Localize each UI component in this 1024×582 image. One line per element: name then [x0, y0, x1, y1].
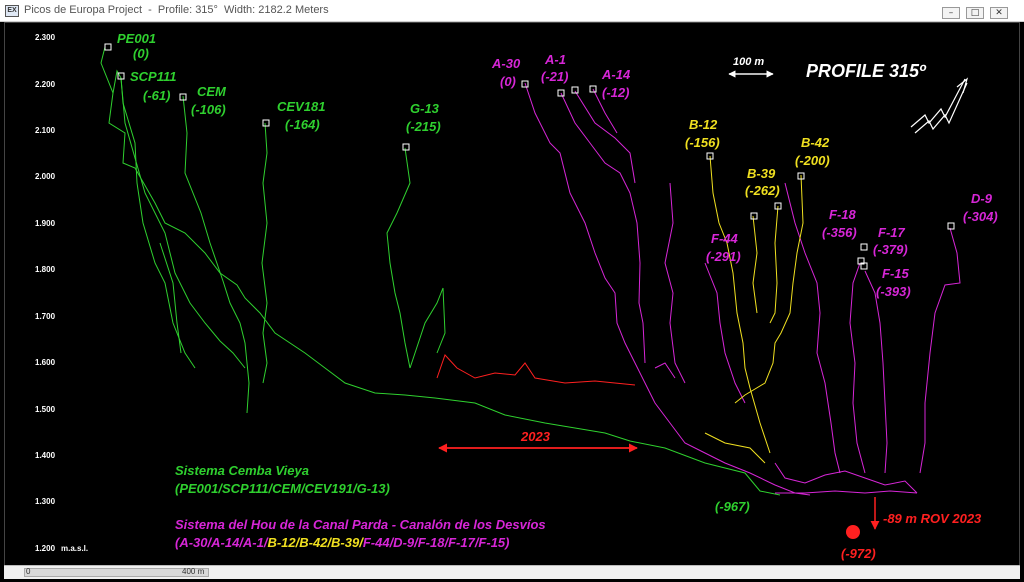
horizontal-scale-bar[interactable]: 0 400 m: [4, 565, 1020, 579]
label-cev181-name: CEV181: [277, 99, 325, 114]
tick-1700: 1.700: [35, 312, 56, 321]
legend-system1-members: (PE001/SCP111/CEM/CEV191/G-13): [175, 481, 390, 496]
entrance-marker-g13[interactable]: [402, 143, 410, 151]
legend-members-c: F-44/D-9/F-18/F-17/F-15): [363, 535, 510, 550]
tick-1600: 1.600: [35, 358, 56, 367]
app-icon: EX: [5, 5, 19, 17]
legend-members-a: (A-30/A-14/A-1/: [175, 535, 269, 550]
entrance-marker-f44[interactable]: [750, 212, 758, 220]
label-d9-name: D-9: [971, 191, 993, 206]
tick-1800: 1.800: [35, 265, 56, 274]
label-a1-depth: (-21): [541, 69, 568, 84]
label-pe001-depth: (0): [133, 46, 149, 61]
deepest-depth-label: (-972): [841, 546, 876, 561]
tick-2300: 2.300: [35, 33, 56, 42]
label-b42-depth: (-200): [795, 153, 830, 168]
label-a14-name: A-14: [601, 67, 631, 82]
profile-plot[interactable]: 2.300 2.200 2.100 2.000 1.900 1.800 1.70…: [4, 22, 1020, 573]
label-scp111-depth: (-61): [143, 88, 170, 103]
entrance-marker-d9[interactable]: [947, 222, 955, 230]
profile-canvas: 2.300 2.200 2.100 2.000 1.900 1.800 1.70…: [35, 31, 998, 561]
maximize-icon[interactable]: □: [966, 7, 984, 19]
deepest-point-icon: [846, 525, 860, 539]
label-b42-name: B-42: [801, 135, 830, 150]
title-bar: EX Picos de Europa Project - Profile: 31…: [0, 0, 1024, 22]
end-depth-green: (-967): [715, 499, 750, 514]
label-f17-depth: (-379): [873, 242, 908, 257]
label-f44-name: F-44: [711, 231, 739, 246]
minimize-icon[interactable]: –: [942, 7, 960, 19]
label-scp111-name: SCP111: [130, 69, 177, 84]
legend-members-b: B-12/B-42/B-39/: [267, 535, 364, 550]
label-g13-depth: (-215): [406, 119, 441, 134]
label-f18-name: F-18: [829, 207, 857, 222]
label-f17-name: F-17: [878, 225, 906, 240]
label-a30-name: A-30: [491, 56, 521, 71]
label-b39-name: B-39: [747, 166, 776, 181]
legend-system2-members: (A-30/A-14/A-1/B-12/B-42/B-39/F-44/D-9/F…: [175, 535, 510, 550]
entrance-marker-f17[interactable]: [860, 243, 868, 251]
legend-system1-name: Sistema Cemba Vieya: [175, 463, 309, 478]
tick-1500: 1.500: [35, 405, 56, 414]
tick-1300: 1.300: [35, 497, 56, 506]
scale-bar: 100 m: [728, 56, 774, 78]
label-f18-depth: (-356): [822, 225, 857, 240]
label-cev181-depth: (-164): [285, 117, 320, 132]
label-b39-depth: (-262): [745, 183, 780, 198]
label-pe001-name: PE001: [117, 31, 156, 46]
rov-dive-marker: -89 m ROV 2023 (-972): [841, 497, 982, 561]
tick-2000: 2.000: [35, 172, 56, 181]
label-a1-name: A-1: [544, 52, 566, 67]
scale-end-label: 400 m: [182, 567, 205, 576]
window-title: Picos de Europa Project - Profile: 315° …: [24, 4, 329, 16]
label-d9-depth: (-304): [963, 209, 998, 224]
close-icon[interactable]: ✕: [990, 7, 1008, 19]
rov-label: -89 m ROV 2023: [883, 511, 982, 526]
axis-unit: m.a.s.l.: [61, 544, 88, 553]
label-cem-name: CEM: [197, 84, 227, 99]
legend: Sistema Cemba Vieya (PE001/SCP111/CEM/CE…: [175, 463, 546, 550]
label-a14-depth: (-12): [602, 85, 629, 100]
year-2023-marker: 2023: [438, 429, 638, 453]
legend-system2-name: Sistema del Hou de la Canal Parda - Cana…: [175, 517, 546, 532]
red-2023-survey: [436, 354, 636, 386]
tick-2100: 2.100: [35, 126, 56, 135]
tick-1200: 1.200: [35, 544, 56, 553]
label-b12-name: B-12: [689, 117, 718, 132]
scale-start-label: 0: [26, 567, 31, 576]
entrance-marker-cev181[interactable]: [262, 119, 270, 127]
label-g13-name: G-13: [410, 101, 440, 116]
scale-label: 100 m: [733, 56, 764, 68]
elevation-axis: 2.300 2.200 2.100 2.000 1.900 1.800 1.70…: [35, 33, 88, 553]
profile-heading: PROFILE 315º: [806, 61, 927, 81]
year-2023-label: 2023: [520, 429, 551, 444]
label-a30-depth: (0): [500, 74, 516, 89]
label-f44-depth: (-291): [706, 249, 741, 264]
label-f15-name: F-15: [882, 266, 910, 281]
tick-2200: 2.200: [35, 80, 56, 89]
label-f15-depth: (-393): [876, 284, 911, 299]
tick-1900: 1.900: [35, 219, 56, 228]
north-arrow-icon: [910, 77, 969, 134]
label-cem-depth: (-106): [191, 102, 226, 117]
yellow-system-survey: [704, 155, 804, 464]
entrance-marker-pe001[interactable]: [104, 43, 112, 51]
entrance-marker-a1b[interactable]: [571, 86, 579, 94]
label-b12-depth: (-156): [685, 135, 720, 150]
tick-1400: 1.400: [35, 451, 56, 460]
